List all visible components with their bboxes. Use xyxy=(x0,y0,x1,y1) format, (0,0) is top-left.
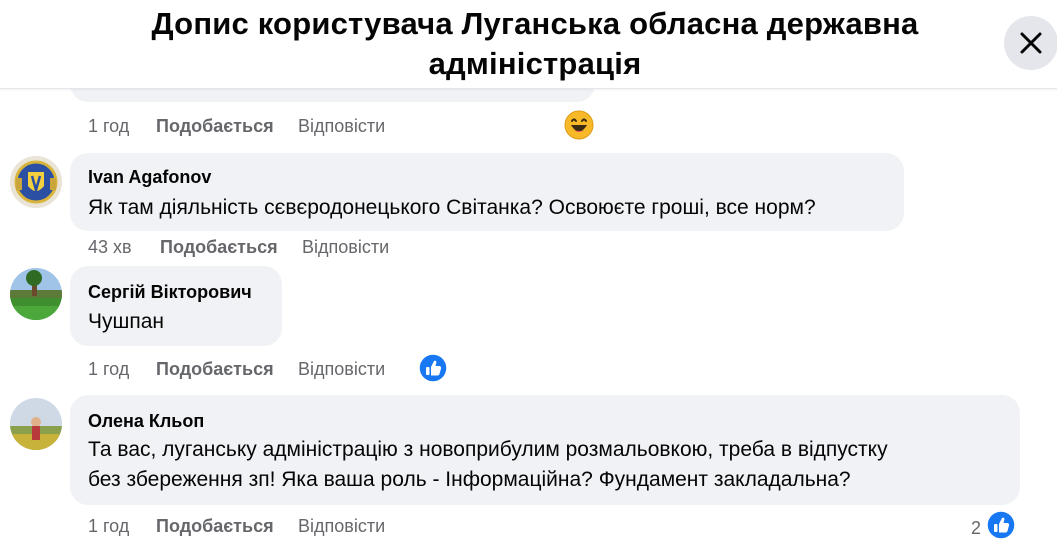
comment-text-line-2: без збереження зп! Яка ваша роль - Інфор… xyxy=(88,468,851,491)
like-button[interactable]: Подобається xyxy=(160,237,278,258)
field-avatar-image xyxy=(10,398,62,450)
comment-time[interactable]: 1 год xyxy=(88,516,129,537)
avatar[interactable] xyxy=(10,268,62,320)
comment-author[interactable]: Олена Кльоп xyxy=(88,411,204,432)
comment-time[interactable]: 1 год xyxy=(88,116,129,137)
like-button[interactable]: Подобається xyxy=(156,116,274,137)
reply-button[interactable]: Відповісти xyxy=(298,116,385,137)
like-thumb-icon[interactable] xyxy=(986,510,1016,545)
avatar[interactable] xyxy=(10,398,62,450)
like-thumb-icon[interactable] xyxy=(418,353,448,388)
reaction-count[interactable]: 2 xyxy=(971,518,981,539)
close-icon xyxy=(1020,32,1042,54)
comment-time[interactable]: 43 хв xyxy=(88,237,132,258)
comment-bubble: Ivan Agafonov Як там діяльність сєвєродо… xyxy=(70,153,904,231)
avatar[interactable] xyxy=(10,156,62,208)
reply-button[interactable]: Відповісти xyxy=(298,359,385,380)
comment-bubble: Олена Кльоп Та вас, луганську адміністра… xyxy=(70,395,1020,505)
coat-of-arms-avatar-image xyxy=(10,156,62,208)
haha-emoji-icon[interactable] xyxy=(564,110,594,145)
comment-author[interactable]: Сергій Вікторович xyxy=(88,282,252,303)
reply-button[interactable]: Відповісти xyxy=(298,516,385,537)
landscape-avatar-image xyxy=(10,268,62,320)
comment-time[interactable]: 1 год xyxy=(88,359,129,380)
comment-text: Як там діяльність сєвєродонецького Світа… xyxy=(88,196,816,219)
reply-button[interactable]: Відповісти xyxy=(302,237,389,258)
comment-text-line-1: Та вас, луганську адміністрацію з новопр… xyxy=(88,438,888,461)
comment-author[interactable]: Ivan Agafonov xyxy=(88,167,211,188)
like-button[interactable]: Подобається xyxy=(156,359,274,380)
comment-bubble: Сергій Вікторович Чушпан xyxy=(70,266,282,346)
dialog-title: Допис користувача Луганська обласна держ… xyxy=(151,6,919,81)
comment-text: Чушпан xyxy=(88,310,164,333)
close-button[interactable] xyxy=(1004,16,1057,70)
dialog-header: Допис користувача Луганська обласна держ… xyxy=(0,0,1057,89)
like-button[interactable]: Подобається xyxy=(156,516,274,537)
